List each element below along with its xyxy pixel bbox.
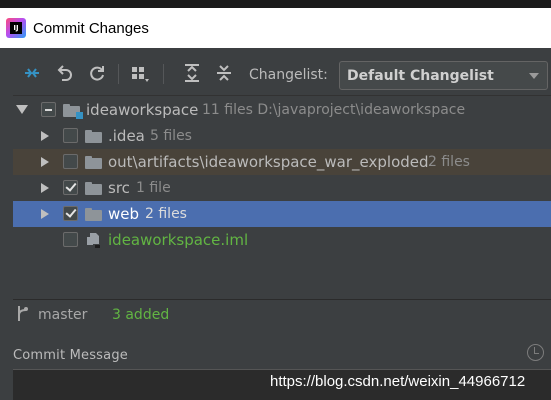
changelist-value: Default Changelist [347, 67, 494, 84]
expanded-arrow-icon[interactable] [16, 105, 28, 114]
root-name: ideaworkspace [86, 101, 199, 119]
item-name: src [108, 179, 130, 197]
iml-file-icon [87, 232, 101, 249]
folder-icon [85, 182, 102, 195]
out-checkbox[interactable] [63, 154, 78, 169]
tree-row-src[interactable]: src 1 file [13, 175, 551, 201]
collapsed-arrow-icon[interactable] [41, 157, 49, 167]
folder-icon [85, 208, 102, 221]
tree-row-out[interactable]: out\artifacts\ideaworkspace_war_exploded… [13, 149, 551, 175]
tree-row-iml[interactable]: ideaworkspace.iml [13, 227, 551, 253]
item-name: ideaworkspace.iml [108, 231, 249, 249]
item-meta: 5 files [150, 128, 192, 144]
toolbar-separator [118, 64, 119, 84]
intellij-logo-icon: IJ [6, 18, 26, 38]
clock-icon[interactable] [527, 344, 544, 361]
item-name: web [108, 205, 140, 223]
toolbar-separator [163, 64, 164, 84]
changes-tree: ideaworkspace 11 files D:\javaproject\id… [13, 95, 551, 300]
watermark-text: https://blog.csdn.net/weixin_44966712 [270, 373, 526, 390]
collapsed-arrow-icon[interactable] [41, 183, 49, 193]
item-name: out\artifacts\ideaworkspace_war_exploded [108, 153, 429, 171]
branch-name[interactable]: master [38, 307, 87, 323]
status-bar: master 3 added [13, 300, 551, 330]
root-meta: 11 files D:\javaproject\ideaworkspace [202, 102, 466, 118]
added-count: 3 added [112, 307, 170, 323]
folder-icon [85, 156, 102, 169]
collapse-all-icon[interactable] [211, 60, 237, 86]
web-checkbox[interactable] [63, 206, 78, 221]
idea-checkbox[interactable] [63, 128, 78, 143]
tree-row-web[interactable]: web 2 files [13, 201, 551, 227]
group-by-icon[interactable] [127, 60, 153, 86]
refresh-icon[interactable] [84, 60, 110, 86]
rollback-icon[interactable] [52, 60, 78, 86]
item-meta: 1 file [136, 180, 171, 196]
changelist-label: Changelist: [249, 67, 328, 83]
tree-row-root[interactable]: ideaworkspace 11 files D:\javaproject\id… [13, 97, 551, 123]
tree-row-idea[interactable]: .idea 5 files [13, 123, 551, 149]
commit-message-label: Commit Message [13, 348, 128, 363]
show-diff-icon[interactable] [19, 60, 45, 86]
iml-checkbox[interactable] [63, 232, 78, 247]
module-folder-icon [63, 104, 83, 119]
folder-icon [85, 130, 102, 143]
collapsed-arrow-icon[interactable] [41, 131, 49, 141]
branch-icon [16, 305, 30, 323]
window-top-strip [0, 0, 551, 8]
window-title: Commit Changes [33, 19, 149, 37]
title-bar: IJ Commit Changes [0, 8, 551, 48]
root-checkbox[interactable] [41, 102, 56, 117]
src-checkbox[interactable] [63, 180, 78, 195]
item-meta: 2 files [428, 154, 470, 170]
item-meta: 2 files [145, 206, 187, 222]
collapsed-arrow-icon[interactable] [41, 209, 49, 219]
changelist-dropdown[interactable]: Default Changelist [339, 61, 548, 90]
item-name: .idea [108, 127, 145, 145]
chevron-down-icon [529, 73, 539, 79]
expand-all-icon[interactable] [179, 60, 205, 86]
